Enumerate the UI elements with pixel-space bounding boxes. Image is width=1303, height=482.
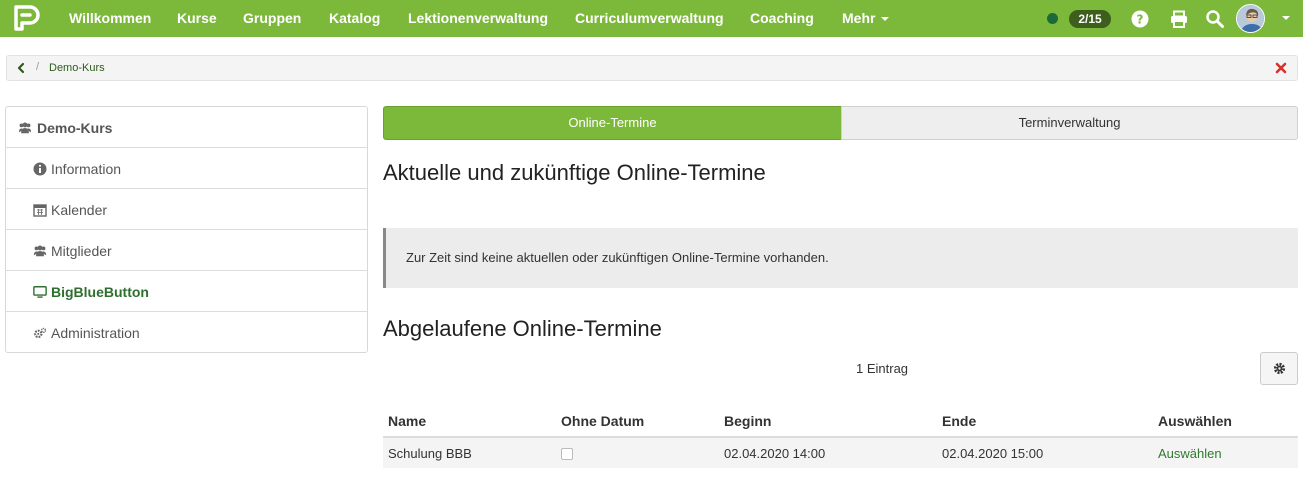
counter-badge[interactable]: 2/15	[1069, 10, 1111, 28]
entry-count: 1 Eintrag	[856, 361, 909, 376]
breadcrumb: / Demo-Kurs	[6, 55, 1298, 81]
nav-mehr-dropdown[interactable]: Mehr	[842, 0, 890, 37]
column-header-name[interactable]: Name	[388, 413, 426, 429]
chevron-down-icon	[881, 17, 890, 22]
users-icon	[33, 245, 47, 257]
chevron-left-icon[interactable]	[15, 62, 27, 74]
sidebar-item-mitglieder[interactable]: Mitglieder	[6, 230, 367, 271]
nav-kurse[interactable]: Kurse	[177, 0, 217, 37]
nav-coaching[interactable]: Coaching	[750, 0, 814, 37]
table-settings-button[interactable]	[1260, 352, 1298, 385]
current-meetings-heading: Aktuelle und zukünftige Online-Termine	[383, 160, 766, 185]
close-icon[interactable]	[1275, 62, 1287, 74]
sidebar-item-information[interactable]: Information	[6, 148, 367, 189]
print-icon[interactable]	[1169, 9, 1189, 29]
select-link[interactable]: Auswählen	[1158, 446, 1222, 461]
column-header-ende[interactable]: Ende	[942, 413, 976, 429]
top-navigation-bar: Willkommen Kurse Gruppen Katalog Lektion…	[0, 0, 1303, 37]
sidebar-item-label: Administration	[51, 325, 140, 341]
nav-katalog[interactable]: Katalog	[329, 0, 380, 37]
nav-mehr-label: Mehr	[842, 10, 876, 26]
cell-beginn: 02.04.2020 14:00	[724, 446, 826, 461]
notice-text: Zur Zeit sind keine aktuellen oder zukün…	[406, 250, 829, 265]
sidebar-item-kalender[interactable]: Kalender	[6, 189, 367, 230]
calendar-icon	[33, 204, 47, 217]
past-meetings-heading: Abgelaufene Online-Termine	[383, 316, 662, 341]
nav-lektionenverwaltung[interactable]: Lektionenverwaltung	[408, 0, 548, 37]
monitor-icon	[33, 286, 47, 298]
sidebar-item-label: BigBlueButton	[51, 284, 149, 300]
tab-online-termine[interactable]: Online-Termine	[383, 106, 842, 140]
breadcrumb-item-demo-kurs[interactable]: Demo-Kurs	[49, 62, 105, 74]
sidebar-item-label: Information	[51, 161, 122, 177]
users-icon	[18, 122, 32, 134]
course-sidebar-menu: Demo-Kurs Information Kalender Mitgliede…	[5, 106, 368, 353]
gears-icon	[34, 327, 47, 339]
sidebar-item-label: Kalender	[51, 202, 108, 218]
nav-curriculumverwaltung[interactable]: Curriculumverwaltung	[575, 0, 724, 37]
search-icon[interactable]	[1205, 9, 1225, 29]
tab-terminverwaltung[interactable]: Terminverwaltung	[841, 106, 1298, 140]
avatar[interactable]	[1236, 4, 1265, 33]
sidebar-item-course-root[interactable]: Demo-Kurs	[6, 107, 367, 148]
column-header-ohne-datum[interactable]: Ohne Datum	[561, 413, 644, 429]
no-meetings-notice: Zur Zeit sind keine aktuellen oder zukün…	[383, 228, 1298, 288]
column-header-beginn[interactable]: Beginn	[724, 413, 771, 429]
sidebar-item-bigbluebutton[interactable]: BigBlueButton	[6, 271, 367, 312]
sidebar-item-administration[interactable]: Administration	[6, 312, 367, 353]
help-icon[interactable]: ?	[1130, 9, 1150, 29]
cell-ende: 02.04.2020 15:00	[942, 446, 1044, 461]
gear-icon	[1273, 362, 1286, 375]
svg-text:?: ?	[1137, 13, 1144, 27]
ohne-datum-checkbox	[561, 448, 573, 460]
user-menu-chevron-down-icon[interactable]	[1282, 16, 1290, 20]
nav-gruppen[interactable]: Gruppen	[243, 0, 301, 37]
logo-icon[interactable]	[12, 3, 42, 33]
breadcrumb-separator: /	[36, 61, 40, 73]
online-status-indicator	[1047, 13, 1058, 24]
sidebar-header-label: Demo-Kurs	[37, 120, 113, 136]
column-header-auswaehlen: Auswählen	[1158, 413, 1232, 429]
nav-willkommen[interactable]: Willkommen	[69, 0, 151, 37]
info-icon	[33, 162, 47, 176]
sidebar-item-label: Mitglieder	[51, 243, 112, 259]
user-avatar-icon	[1237, 5, 1264, 32]
cell-name: Schulung BBB	[388, 446, 472, 461]
